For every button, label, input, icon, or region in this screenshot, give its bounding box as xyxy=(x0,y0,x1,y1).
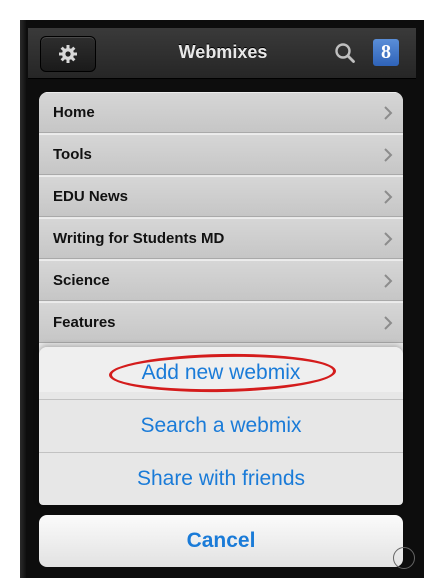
search-icon xyxy=(335,43,355,63)
list-item[interactable]: Home xyxy=(39,92,403,133)
chevron-right-icon xyxy=(384,148,393,162)
list-item-label: EDU News xyxy=(53,188,129,205)
google-icon: 8 xyxy=(381,41,391,63)
chevron-right-icon xyxy=(384,274,393,288)
settings-button[interactable] xyxy=(40,36,96,72)
list-item[interactable]: EDU News xyxy=(39,176,403,217)
share-with-friends-button[interactable]: Share with friends xyxy=(39,453,403,505)
cancel-button[interactable]: Cancel xyxy=(39,515,403,567)
phone-edge xyxy=(20,20,26,578)
share-with-friends-label: Share with friends xyxy=(136,467,306,490)
list-item[interactable]: Tools xyxy=(39,134,403,175)
list-item-label: Home xyxy=(53,104,95,121)
search-webmix-label: Search a webmix xyxy=(140,414,302,437)
chevron-right-icon xyxy=(384,106,393,120)
gear-icon xyxy=(59,45,77,63)
chevron-right-icon xyxy=(384,232,393,246)
list-item-label: Features xyxy=(53,314,116,331)
google-button[interactable]: 8 xyxy=(373,39,399,66)
page-title: Webmixes xyxy=(178,42,268,62)
navigation-bar: Webmixes 8 xyxy=(28,28,416,79)
chevron-right-icon xyxy=(384,316,393,330)
add-webmix-button[interactable]: Add new webmix xyxy=(39,347,403,399)
list-item-label: Science xyxy=(53,272,110,289)
list-item-label: Writing for Students MD xyxy=(53,230,225,247)
highlight-oval xyxy=(108,352,337,394)
corner-indicator xyxy=(393,547,415,569)
search-button[interactable] xyxy=(332,40,358,66)
list-item[interactable]: Science xyxy=(39,260,403,301)
cancel-label: Cancel xyxy=(186,529,256,552)
search-webmix-button[interactable]: Search a webmix xyxy=(39,400,403,452)
chevron-right-icon xyxy=(384,190,393,204)
list-item[interactable]: Features xyxy=(39,302,403,343)
phone-screen: Webmixes 8 Home Tools EDU News Writing f… xyxy=(20,20,424,578)
action-sheet: Add new webmix Search a webmix Share wit… xyxy=(39,347,403,505)
list-item-label: Tools xyxy=(53,146,92,163)
list-item[interactable]: Writing for Students MD xyxy=(39,218,403,259)
